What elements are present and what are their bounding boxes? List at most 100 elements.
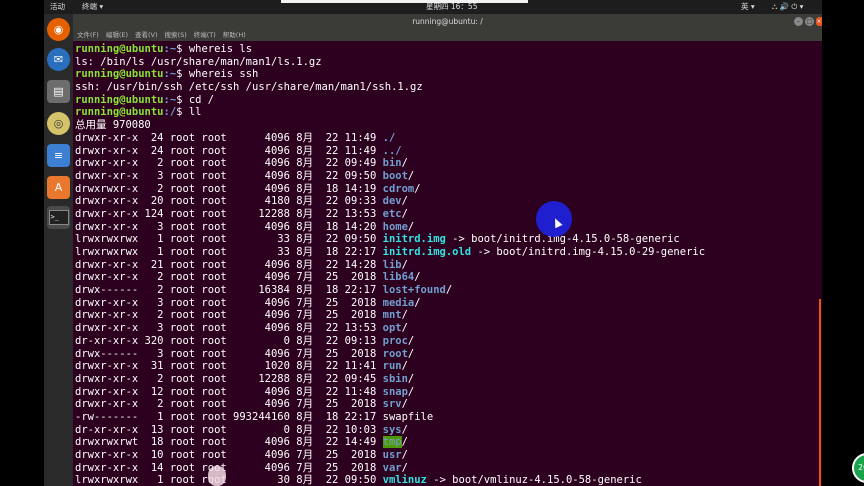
file-meta: drwxr-xr-x 31 root root 1020 8月 22 11:41 (75, 360, 383, 373)
maximize-button[interactable]: □ (805, 17, 814, 26)
menu-help[interactable]: 帮助(H) (223, 31, 246, 39)
terminal-window[interactable]: running@ubuntu: / – □ × 文件(F) 编辑(E) 查看(V) 搜… (73, 14, 822, 486)
window-title: running@ubuntu: / (412, 17, 483, 26)
system-status-icons[interactable]: ⛬ 🔊 ⏻ ▾ (772, 0, 803, 14)
file-name: media (382, 296, 415, 309)
file-name: run (382, 360, 402, 373)
file-meta: -rw------- 1 root root 993244160 8月 18 2… (75, 410, 383, 423)
file-meta: drwxrwxr-x 2 root root 4096 8月 18 14:19 (75, 182, 383, 195)
prompt-sign: $ (176, 106, 189, 119)
firefox-icon[interactable]: ◉ (47, 18, 70, 41)
listing-row: drwxr-xr-x 2 root root 12288 8月 22 09:45… (75, 373, 815, 386)
listing-row: drwxr-xr-x 21 root root 4096 8月 22 14:28… (75, 259, 815, 272)
file-name: home (382, 220, 408, 233)
clock[interactable]: 星期四 16：55 (426, 0, 477, 14)
command-text: whereis ssh (188, 68, 259, 81)
listing-row: lrwxrwxrwx 1 root root 33 8月 22 09:50 in… (75, 233, 815, 246)
minimize-button[interactable]: – (794, 17, 803, 26)
prompt-user: running@ubuntu (75, 93, 164, 106)
file-suffix: / (407, 169, 415, 182)
close-button[interactable]: × (816, 17, 822, 26)
file-name: snap (382, 385, 408, 398)
menu-search[interactable]: 搜索(S) (165, 31, 187, 39)
file-name: ./ (382, 131, 396, 144)
software-center-icon[interactable]: A (47, 176, 70, 199)
corner-badge: 20 (852, 453, 864, 483)
rhythmbox-icon[interactable]: ◎ (47, 112, 70, 135)
file-suffix: / (407, 334, 415, 347)
file-meta: drwxr-xr-x 2 root root 4096 8月 22 09:49 (75, 157, 383, 170)
file-name: boot (382, 169, 408, 182)
file-suffix: / (401, 195, 408, 208)
menu-terminal[interactable]: 终端(T) (194, 31, 216, 39)
file-meta: drwxr-xr-x 12 root root 4096 8月 22 11:48 (75, 385, 383, 398)
listing-row: drwxr-xr-x 3 root root 4096 8月 22 13:53 … (75, 322, 815, 335)
file-name: initrd.img.old (382, 246, 472, 258)
output-line: 总用量 970080 (75, 119, 815, 132)
window-titlebar[interactable]: running@ubuntu: / – □ × (73, 14, 822, 29)
output-line: ssh: /usr/bin/ssh /etc/ssh /usr/share/ma… (75, 81, 815, 94)
file-name: usr (382, 449, 402, 461)
file-suffix: / (401, 322, 408, 335)
thunderbird-icon[interactable]: ✉ (47, 48, 70, 71)
file-name: proc (382, 334, 408, 347)
prompt-sign: $ (176, 43, 189, 55)
file-suffix: / (401, 258, 408, 271)
prompt-path: :~ (163, 43, 177, 55)
file-suffix: / (401, 449, 408, 461)
input-method-indicator[interactable]: 英 ▾ (741, 0, 755, 14)
dock: ◉ ✉ ▤ ◎ ≡ A >_ (44, 14, 73, 486)
file-name: cdrom (382, 182, 415, 195)
terminal-output[interactable]: running@ubuntu:~$ whereis ls ls: /bin/ls … (75, 43, 815, 486)
file-meta: drwxr-xr-x 10 root root 4096 7月 25 2018 (75, 449, 383, 461)
file-meta: drwxr-xr-x 2 root root 4096 7月 25 2018 (75, 309, 383, 322)
prompt-user: running@ubuntu (75, 106, 164, 119)
command-text: cd / (188, 93, 215, 106)
file-meta: lrwxrwxrwx 1 root root 33 8月 22 09:50 (75, 233, 383, 246)
file-suffix: / (401, 360, 408, 373)
output-line: ls: /bin/ls /usr/share/man/man1/ls.1.gz (75, 56, 815, 69)
terminal-scrollbar[interactable] (819, 299, 821, 486)
activities-button[interactable]: 活动 (50, 0, 65, 14)
prompt-path: :~ (163, 93, 177, 106)
file-meta: drwxr-xr-x 24 root root 4096 8月 22 11:49 (75, 131, 383, 144)
menu-view[interactable]: 查看(V) (135, 31, 158, 39)
file-meta: drwx------ 3 root root 4096 7月 25 2018 (75, 347, 383, 360)
listing-row: drwxr-xr-x 3 root root 4096 7月 25 2018 m… (75, 297, 815, 310)
file-suffix: / (401, 461, 408, 474)
menu-edit[interactable]: 编辑(E) (106, 31, 128, 39)
file-suffix: / (414, 271, 421, 284)
file-name: mnt (382, 309, 402, 322)
file-name: bin (382, 157, 402, 170)
app-menu[interactable]: 终端 ▾ (82, 0, 103, 14)
file-suffix: / (401, 423, 408, 436)
files-icon[interactable]: ▤ (47, 80, 70, 103)
file-suffix: -> boot/vmlinuz-4.15.0-58-generic (426, 474, 642, 486)
menu-file[interactable]: 文件(F) (77, 31, 99, 39)
listing-row: lrwxrwxrwx 1 root root 30 8月 22 09:50 vm… (75, 474, 815, 486)
file-suffix: / (401, 436, 408, 449)
file-suffix: / (401, 309, 408, 322)
file-suffix: / (445, 284, 453, 297)
file-suffix: / (407, 220, 415, 233)
file-name: dev (382, 195, 402, 208)
file-suffix: / (414, 182, 421, 195)
output-text: ssh: /usr/bin/ssh /etc/ssh /usr/share/ma… (75, 81, 423, 94)
file-meta: drwxrwxrwt 18 root root 4096 8月 22 14:49 (75, 436, 383, 449)
command-text: whereis ls (188, 43, 253, 55)
file-meta: drwx------ 2 root root 16384 8月 18 22:17 (75, 284, 383, 297)
file-name: ../ (382, 144, 402, 157)
file-suffix: / (407, 372, 415, 385)
terminal-icon[interactable]: >_ (47, 206, 70, 229)
file-name: vmlinuz (382, 474, 427, 486)
command-text: ll (188, 106, 202, 119)
file-meta: drwxr-xr-x 21 root root 4096 8月 22 14:28 (75, 258, 383, 271)
file-suffix: / (407, 385, 415, 398)
file-name: lost+found (382, 284, 446, 297)
writer-icon[interactable]: ≡ (47, 144, 70, 167)
file-name: opt (382, 322, 402, 335)
file-meta: drwxr-xr-x 14 root root 4096 7月 25 2018 (75, 461, 383, 474)
file-meta: dr-xr-xr-x 13 root root 0 8月 22 10:03 (75, 423, 383, 436)
file-suffix: / (401, 157, 408, 170)
listing-row: drwxr-xr-x 20 root root 4180 8月 22 09:33… (75, 195, 815, 208)
